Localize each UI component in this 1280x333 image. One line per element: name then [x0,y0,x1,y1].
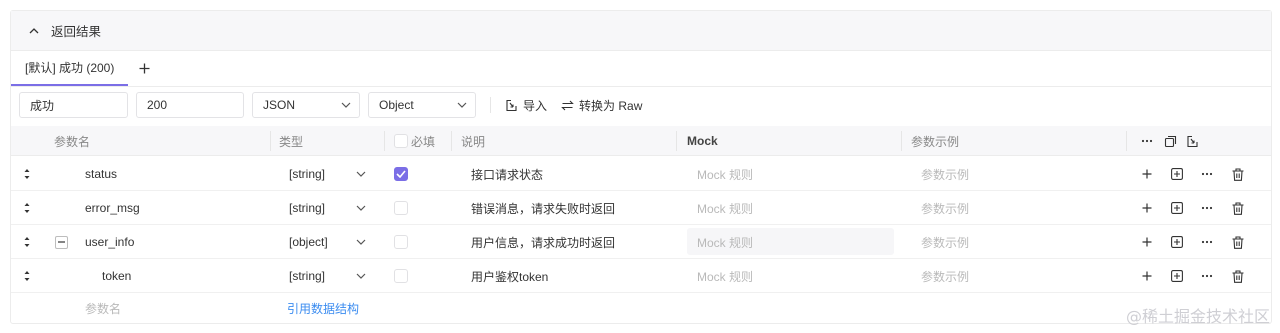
table-row: user_info [object] 用户信息，请求成功时返回 Mock 规则 … [11,225,1271,259]
param-desc[interactable]: 用户鉴权token [471,259,548,293]
example-input[interactable]: 参数示例 [921,191,969,225]
required-checkbox[interactable] [394,201,408,215]
delete-icon[interactable] [1228,157,1248,191]
add-child-icon[interactable] [1167,157,1187,191]
param-type-select[interactable]: [string] [289,259,325,293]
col-header-required: 必填 [411,134,436,149]
param-type-select[interactable]: [string] [289,157,325,191]
status-tabbar: [默认] 成功 (200) [11,51,1271,87]
drag-handle-icon[interactable] [23,168,31,180]
section-header[interactable]: 返回结果 [11,11,1271,51]
param-type-select[interactable]: [object] [289,225,328,259]
copy-icon[interactable] [1160,126,1180,156]
delete-icon[interactable] [1228,191,1248,225]
col-header-type: 类型 [279,134,304,149]
col-header-desc: 说明 [461,134,486,149]
response-controls: 成功 200 JSON Object 导入 转换为 Raw [11,87,1271,123]
collapse-icon[interactable] [55,235,68,249]
chevron-down-icon [356,273,366,279]
response-name-input[interactable]: 成功 [19,92,128,118]
required-checkbox[interactable] [394,269,408,283]
swap-icon [561,100,574,110]
reference-structure-link[interactable]: 引用数据结构 [287,291,359,325]
param-desc[interactable]: 接口请求状态 [471,157,543,191]
tab-default-success[interactable]: [默认] 成功 (200) [11,50,129,86]
response-panel: 返回结果 [默认] 成功 (200) 成功 200 JSON Object 导入… [10,10,1272,324]
add-sibling-icon[interactable] [1137,157,1157,191]
mock-rule-input[interactable]: Mock 规则 [697,259,753,293]
chevron-down-icon [341,102,351,108]
import-button[interactable]: 导入 [505,97,547,114]
more-icon[interactable] [1197,157,1217,191]
param-desc[interactable]: 用户信息，请求成功时返回 [471,225,615,259]
new-param-name-input[interactable]: 参数名 [85,291,121,325]
add-sibling-icon[interactable] [1137,259,1157,293]
mock-rule-input[interactable]: Mock 规则 [697,157,753,191]
status-code-input[interactable]: 200 [136,92,244,118]
example-input[interactable]: 参数示例 [921,157,969,191]
format-select[interactable]: JSON [252,92,360,118]
add-child-icon[interactable] [1167,191,1187,225]
example-input[interactable]: 参数示例 [921,225,969,259]
more-icon[interactable] [1197,191,1217,225]
watermark: @稀土掘金技术社区 [1125,307,1270,326]
required-checkbox[interactable] [394,235,408,249]
import-json-icon[interactable] [1182,126,1202,156]
chevron-up-icon[interactable] [27,24,41,38]
drag-handle-icon[interactable] [23,202,31,214]
add-child-icon[interactable] [1167,259,1187,293]
drag-handle-icon[interactable] [23,270,31,282]
more-icon[interactable] [1197,259,1217,293]
param-desc[interactable]: 错误消息，请求失败时返回 [471,191,615,225]
param-name[interactable]: error_msg [85,191,140,225]
table-row: error_msg [string] 错误消息，请求失败时返回 Mock 规则 … [11,191,1271,225]
more-icon[interactable] [1197,225,1217,259]
divider [490,97,491,113]
param-name[interactable]: status [85,157,117,191]
import-icon [506,99,517,111]
param-type-select[interactable]: [string] [289,191,325,225]
convert-raw-button[interactable]: 转换为 Raw [561,97,642,114]
section-title: 返回结果 [51,25,102,39]
table-row: status [string] 接口请求状态 Mock 规则 参数示例 [11,157,1271,191]
params-table-header: 参数名 类型 必填 说明 Mock 参数示例 [11,126,1271,156]
col-header-name: 参数名 [54,134,91,149]
mock-rule-input[interactable]: Mock 规则 [697,225,753,259]
col-header-example: 参数示例 [911,134,960,149]
add-tab-icon[interactable] [130,50,158,86]
required-checkbox[interactable] [394,167,408,181]
chevron-down-icon [356,205,366,211]
col-header-mock: Mock [687,134,718,148]
add-child-icon[interactable] [1167,225,1187,259]
param-name[interactable]: token [102,259,131,293]
example-input[interactable]: 参数示例 [921,259,969,293]
mock-rule-input[interactable]: Mock 规则 [697,191,753,225]
add-sibling-icon[interactable] [1137,191,1157,225]
add-sibling-icon[interactable] [1137,225,1157,259]
chevron-down-icon [457,102,467,108]
drag-handle-icon[interactable] [23,236,31,248]
chevron-down-icon [356,239,366,245]
required-all-checkbox[interactable] [394,134,408,148]
chevron-down-icon [356,171,366,177]
root-type-select[interactable]: Object [368,92,476,118]
delete-icon[interactable] [1228,225,1248,259]
more-icon[interactable] [1137,126,1157,156]
table-row: token [string] 用户鉴权token Mock 规则 参数示例 [11,259,1271,293]
new-param-row: 参数名 引用数据结构 [11,291,1271,325]
delete-icon[interactable] [1228,259,1248,293]
param-name[interactable]: user_info [85,225,134,259]
